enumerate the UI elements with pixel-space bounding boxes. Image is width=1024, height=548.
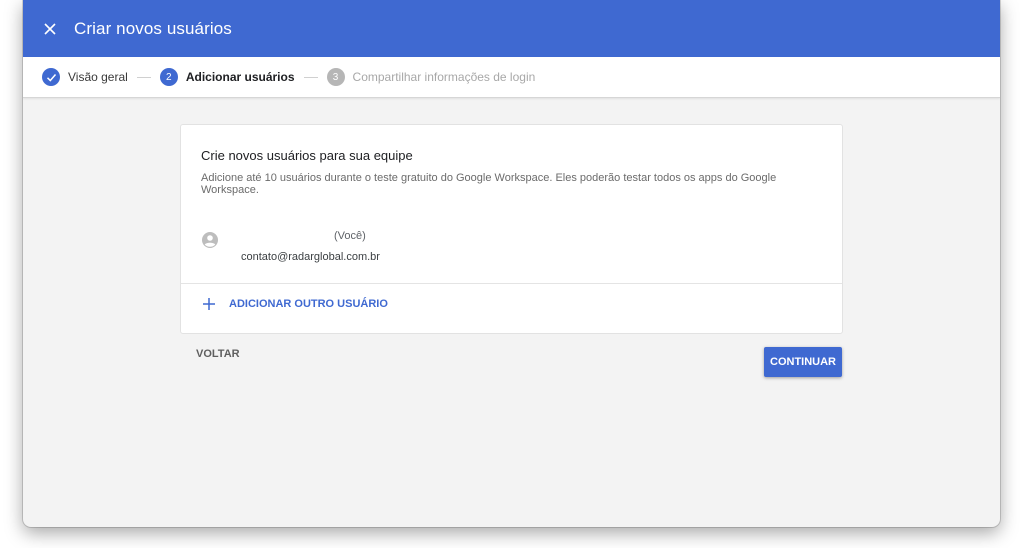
step-label-overview: Visão geral: [68, 70, 128, 84]
continue-button[interactable]: CONTINUAR: [764, 347, 842, 377]
add-another-user-label: ADICIONAR OUTRO USUÁRIO: [229, 298, 388, 310]
header-bar: Criar novos usuários: [23, 0, 1000, 57]
divider: [181, 283, 842, 284]
step-share-login[interactable]: 3 Compartilhar informações de login: [326, 68, 536, 86]
close-button[interactable]: [40, 19, 60, 39]
step-add-users[interactable]: 2 Adicionar usuários: [159, 68, 295, 86]
page-title: Criar novos usuários: [74, 18, 232, 38]
account-circle-icon: [202, 232, 218, 248]
step-label-add-users: Adicionar usuários: [185, 70, 295, 84]
stepper: Visão geral 2 Adicionar usuários 3 Compa…: [23, 57, 1000, 98]
plus-icon: [203, 298, 215, 310]
step-number-2: 2: [159, 68, 178, 86]
create-users-card: Crie novos usuários para sua equipe Adic…: [180, 124, 843, 334]
card-description: Adicione até 10 usuários durante o teste…: [201, 172, 777, 196]
user-you-label: (Você): [334, 230, 366, 242]
add-another-user-button[interactable]: ADICIONAR OUTRO USUÁRIO: [202, 297, 388, 311]
back-button[interactable]: VOLTAR: [196, 348, 240, 360]
step-separator: [303, 76, 318, 78]
dialog-window: Criar novos usuários Visão geral 2 Adici…: [23, 0, 1000, 527]
step-done-indicator: [42, 68, 60, 86]
step-number-3: 3: [326, 68, 345, 86]
step-separator: [136, 76, 151, 78]
close-icon: [44, 22, 56, 35]
card-title: Crie novos usuários para sua equipe: [201, 148, 413, 163]
user-email: contato@radarglobal.com.br: [241, 251, 380, 263]
check-icon: [46, 73, 56, 82]
step-overview[interactable]: Visão geral: [42, 68, 128, 86]
step-label-share-login: Compartilhar informações de login: [352, 70, 536, 84]
user-row: (Você) contato@radarglobal.com.br: [201, 229, 801, 269]
